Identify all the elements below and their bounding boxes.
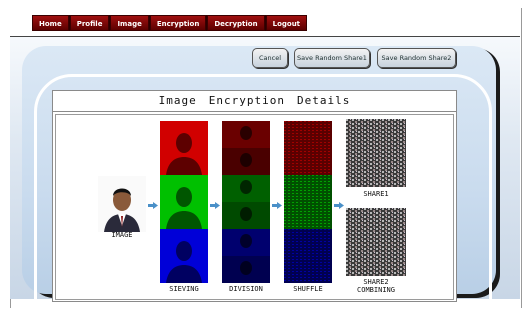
division-image [222, 121, 270, 283]
arrow-right-icon [148, 202, 158, 209]
arrow-right-icon [210, 202, 220, 209]
division-caption: DIVISION [229, 285, 263, 293]
nav-decryption[interactable]: Decryption [207, 15, 265, 31]
details-title-word-3: Details [297, 94, 351, 107]
shuffle-caption: SHUFFLE [293, 285, 323, 293]
shuffle-image [284, 121, 332, 283]
original-photo [98, 176, 146, 232]
share2-noise [346, 208, 406, 276]
share1-image [346, 119, 406, 187]
nav-image[interactable]: Image [110, 15, 149, 31]
cancel-button[interactable]: Cancel [252, 48, 288, 68]
nav-encryption[interactable]: Encryption [149, 15, 207, 31]
division-column [222, 121, 270, 283]
nav-home[interactable]: Home [32, 15, 69, 31]
share1-caption: SHARE1 [363, 190, 389, 198]
shuffle-column [284, 121, 332, 283]
details-title-word-1: Image [158, 94, 197, 107]
arrow-right-icon [272, 202, 282, 209]
details-title: Image Encryption Details [53, 91, 456, 112]
share2-image [346, 208, 406, 276]
share1-noise [346, 119, 406, 187]
sieving-caption: SIEVING [169, 285, 199, 293]
details-title-word-2: Encryption [208, 94, 285, 107]
main-nav: Home Profile Image Encryption Decryption… [32, 15, 308, 31]
sieving-image [160, 121, 208, 283]
combining-caption: COMBINING [357, 286, 395, 294]
share2-caption: SHARE2 [363, 278, 389, 286]
arrow-right-icon [334, 202, 344, 209]
save-random-share1-button[interactable]: Save Random Share1 [294, 48, 370, 68]
nav-profile[interactable]: Profile [69, 15, 110, 31]
image-caption: IMAGE [111, 231, 133, 239]
save-random-share2-button[interactable]: Save Random Share2 [377, 48, 456, 68]
sieving-column [160, 121, 208, 283]
nav-logout[interactable]: Logout [265, 15, 308, 31]
